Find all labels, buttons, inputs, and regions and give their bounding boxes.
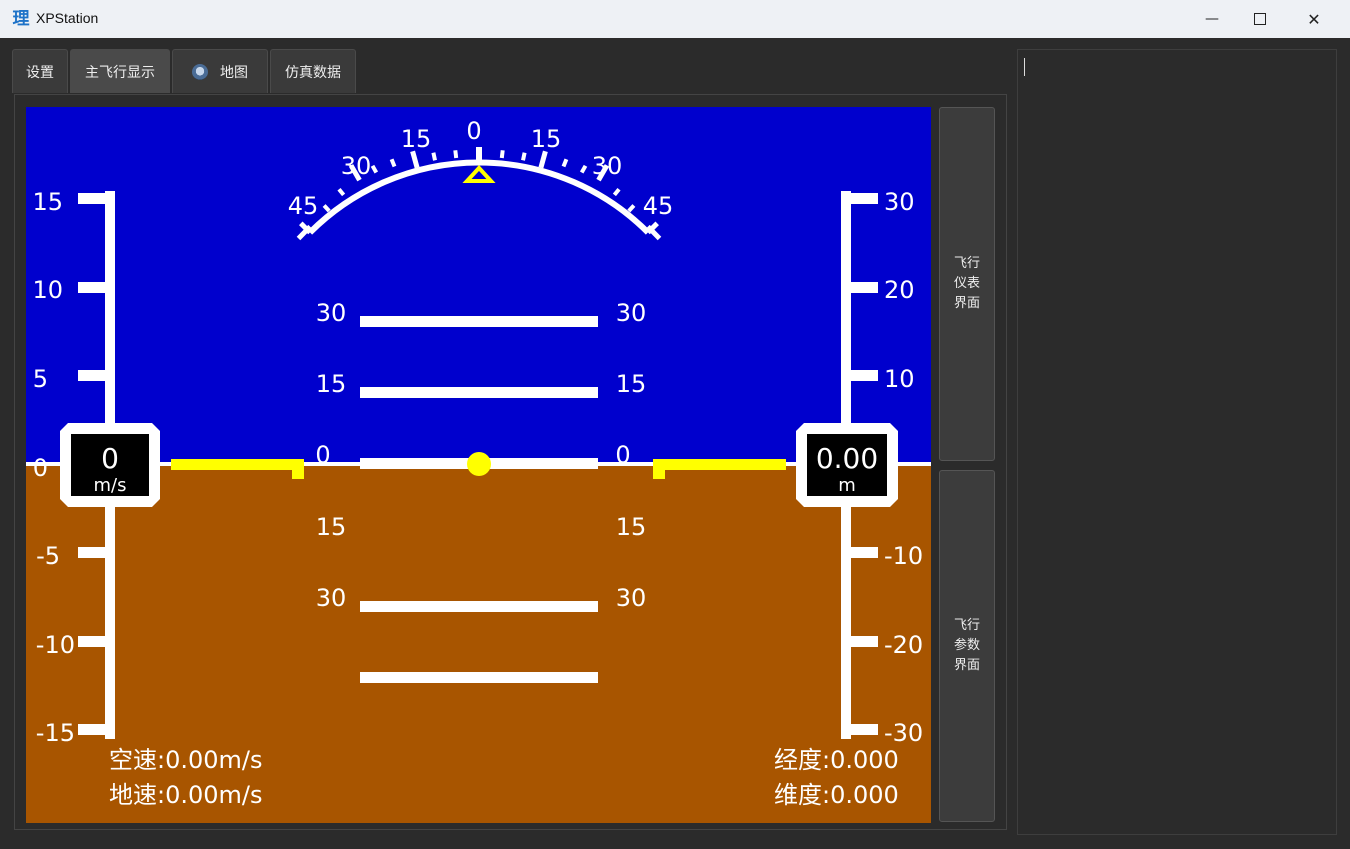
left-wing-marker-tip — [292, 459, 304, 479]
altitude-label: -20 — [884, 631, 923, 659]
text-cursor — [1024, 58, 1025, 76]
altitude-unit: m — [838, 475, 856, 496]
pitch-label: 15 — [316, 513, 347, 541]
aircraft-center-dot — [467, 452, 491, 476]
roll-label: 30 — [592, 152, 623, 180]
roll-label: 0 — [466, 117, 481, 145]
pitch-bar — [360, 672, 598, 683]
pitch-label: 15 — [616, 513, 647, 541]
window-title: XPStation — [36, 10, 99, 26]
maximize-icon — [1254, 13, 1266, 25]
tab-sim-data[interactable]: 仿真数据 — [270, 49, 356, 93]
tab-label: 设置 — [26, 64, 54, 81]
log-text-area[interactable] — [1017, 49, 1337, 835]
speed-readout: 0 m/s — [60, 423, 160, 507]
pitch-bar — [360, 601, 598, 612]
minimize-icon: — — [1205, 11, 1219, 27]
flight-params-label: 飞行 参数 界面 — [953, 618, 980, 673]
tab-settings[interactable]: 设置 — [12, 49, 68, 93]
status-strip — [0, 840, 1350, 849]
pitch-label: 30 — [616, 584, 647, 612]
close-icon: ✕ — [1307, 9, 1321, 29]
pitch-label: 30 — [316, 584, 347, 612]
latitude-text: 维度:0.000 — [774, 781, 899, 809]
close-button[interactable]: ✕ — [1291, 0, 1337, 38]
primary-flight-display: 45 30 15 0 15 30 45 30 30 15 15 0 0 15 1… — [26, 107, 931, 823]
altitude-readout: 0.00 m — [796, 423, 898, 507]
altitude-label: 10 — [884, 365, 915, 393]
speed-label: 15 — [32, 188, 63, 216]
roll-label: 15 — [401, 125, 432, 153]
speed-value: 0 — [101, 442, 119, 475]
altitude-label: 30 — [884, 188, 915, 216]
tab-label: 仿真数据 — [285, 64, 341, 81]
speed-label: 5 — [33, 365, 48, 393]
speed-label: -5 — [36, 542, 60, 570]
minimize-button[interactable]: — — [1189, 0, 1235, 38]
tab-label: 主飞行显示 — [85, 64, 155, 81]
speed-label: 0 — [33, 454, 48, 482]
maximize-button[interactable] — [1237, 0, 1283, 38]
altitude-value: 0.00 — [816, 442, 878, 475]
roll-label: 45 — [288, 192, 319, 220]
pitch-label: 15 — [316, 370, 347, 398]
flight-instrument-button[interactable]: 飞行 仪表 界面 — [939, 107, 995, 461]
title-bar: 理 XPStation — ✕ — [0, 0, 1350, 38]
left-wing-marker — [171, 459, 304, 470]
roll-label: 45 — [643, 192, 674, 220]
speed-label: -15 — [36, 719, 75, 747]
speed-label: 10 — [32, 276, 63, 304]
flight-params-button[interactable]: 飞行 参数 界面 — [939, 470, 995, 822]
altitude-label: -30 — [884, 719, 923, 747]
tab-label: 地图 — [220, 64, 248, 81]
groundspeed-text: 地速:0.00m/s — [109, 781, 263, 809]
pitch-label: 30 — [616, 299, 647, 327]
right-wing-marker-tip — [653, 459, 665, 479]
roll-label: 30 — [341, 152, 372, 180]
tab-map[interactable]: 地图 — [172, 49, 268, 93]
speed-unit: m/s — [94, 475, 127, 496]
right-wing-marker — [653, 459, 786, 470]
pitch-label: 0 — [315, 441, 330, 469]
pitch-label: 0 — [615, 441, 630, 469]
flight-instrument-label: 飞行 仪表 界面 — [953, 256, 980, 311]
longitude-text: 经度:0.000 — [774, 746, 899, 774]
pitch-bar — [360, 316, 598, 327]
pitch-label: 30 — [316, 299, 347, 327]
pitch-bar — [360, 387, 598, 398]
pitch-label: 15 — [616, 370, 647, 398]
tab-bar: 设置 主飞行显示 地图 仿真数据 — [12, 49, 358, 95]
altitude-label: -10 — [884, 542, 923, 570]
airspeed-text: 空速:0.00m/s — [109, 746, 263, 774]
roll-label: 15 — [531, 125, 562, 153]
tab-primary-flight-display[interactable]: 主飞行显示 — [70, 49, 170, 93]
app-icon: 理 — [12, 9, 30, 29]
globe-icon — [192, 63, 208, 80]
altitude-label: 20 — [884, 276, 915, 304]
speed-label: -10 — [36, 631, 75, 659]
